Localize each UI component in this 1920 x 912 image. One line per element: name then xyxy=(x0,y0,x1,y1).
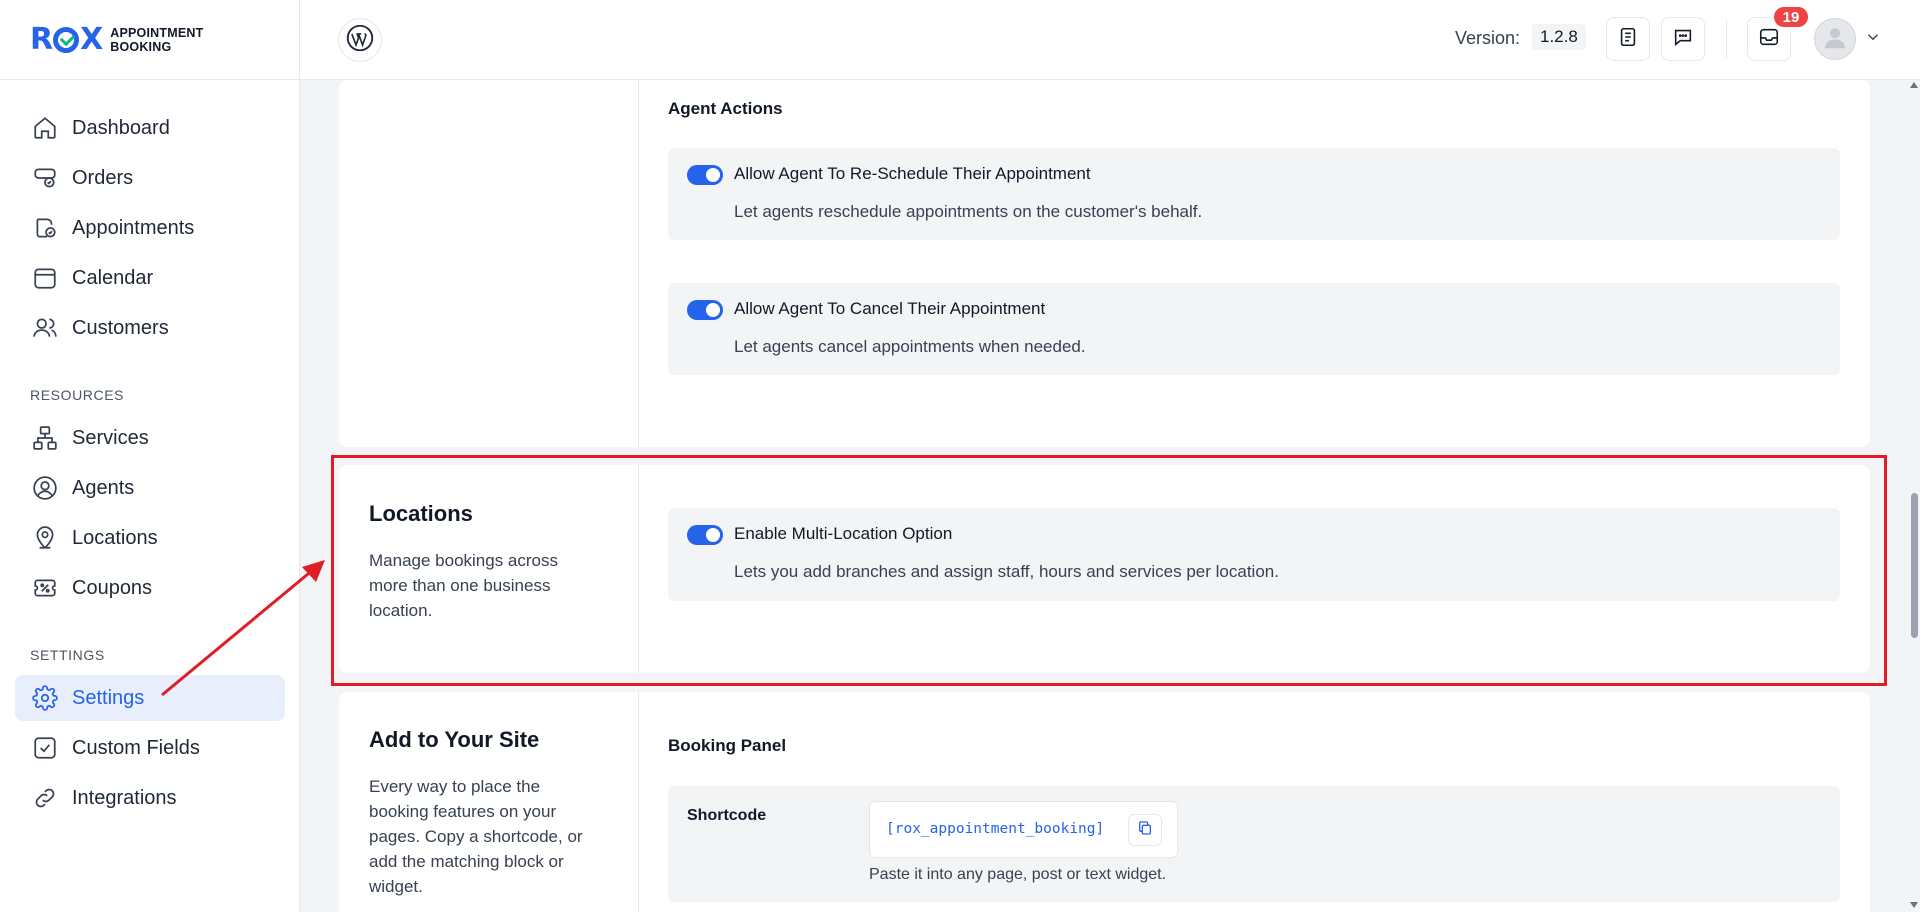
card-divider xyxy=(638,692,639,912)
top-header: Version: 1.2.8 19 xyxy=(300,0,1920,80)
coupon-icon xyxy=(32,575,58,601)
customers-icon xyxy=(32,315,58,341)
link-icon xyxy=(32,785,58,811)
sidebar-item-label: Custom Fields xyxy=(72,736,200,759)
option-label: Allow Agent To Cancel Their Appointment xyxy=(734,299,1046,318)
logo-mark: RX xyxy=(30,22,103,57)
cancel-toggle[interactable] xyxy=(687,300,723,320)
sidebar-item-label: Calendar xyxy=(72,266,154,289)
sidebar-item-orders[interactable]: Orders xyxy=(15,155,285,201)
location-pin-icon xyxy=(32,525,58,551)
page-scrollbar[interactable] xyxy=(1908,80,1920,912)
shortcode-help-text: Paste it into any page, post or text wid… xyxy=(869,866,1167,883)
sidebar-heading-settings: SETTINGS xyxy=(30,647,105,663)
sidebar-item-label: Coupons xyxy=(72,576,153,599)
sidebar-heading-resources: RESOURCES xyxy=(30,387,125,403)
shortcode-field[interactable]: [rox_appointment_booking] xyxy=(869,801,1178,858)
chevron-down-icon[interactable] xyxy=(1864,28,1882,51)
option-description: Let agents reschedule appointments on th… xyxy=(734,202,1203,221)
calendar-icon xyxy=(32,265,58,291)
sidebar-item-custom-fields[interactable]: Custom Fields xyxy=(15,725,285,771)
sidebar-item-label: Orders xyxy=(72,166,134,189)
orders-icon xyxy=(32,165,58,191)
checkbox-icon xyxy=(32,735,58,761)
home-icon xyxy=(32,115,58,141)
avatar[interactable] xyxy=(1814,18,1856,60)
user-avatar-icon xyxy=(1820,22,1850,57)
services-icon xyxy=(32,425,58,451)
agents-icon xyxy=(32,475,58,501)
header-divider xyxy=(1726,20,1727,58)
sidebar-item-services[interactable]: Services xyxy=(15,415,285,461)
option-label: Allow Agent To Re-Schedule Their Appoint… xyxy=(734,164,1091,183)
agent-actions-heading: Agent Actions xyxy=(668,99,783,118)
annotation-arrow xyxy=(161,560,325,697)
scroll-up-arrow-icon[interactable] xyxy=(1910,82,1918,88)
chat-button[interactable] xyxy=(1661,17,1705,61)
option-cancel: Allow Agent To Cancel Their Appointment … xyxy=(668,283,1840,375)
sidebar-item-dashboard[interactable]: Dashboard xyxy=(15,105,285,151)
sidebar-item-label: Dashboard xyxy=(72,116,170,139)
add-to-site-description: Every way to place the booking features … xyxy=(369,777,583,896)
sidebar-item-customers[interactable]: Customers xyxy=(15,305,285,351)
version-label: Version: xyxy=(1455,28,1521,48)
annotation-highlight-box xyxy=(331,455,1887,686)
add-to-site-title: Add to Your Site xyxy=(369,727,540,752)
sidebar-item-label: Integrations xyxy=(72,786,177,809)
notification-badge: 19 xyxy=(1772,5,1810,29)
logo-text: APPOINTMENT BOOKING xyxy=(110,25,204,54)
logo-check-icon xyxy=(53,26,80,53)
option-reschedule: Allow Agent To Re-Schedule Their Appoint… xyxy=(668,148,1840,240)
shortcode-value: [rox_appointment_booking] xyxy=(886,821,1105,837)
docs-button[interactable] xyxy=(1606,17,1650,61)
sidebar-item-label: Agents xyxy=(72,476,135,499)
gear-icon xyxy=(32,685,58,711)
reschedule-toggle[interactable] xyxy=(687,165,723,185)
appointments-icon xyxy=(32,215,58,241)
copy-icon xyxy=(1137,820,1153,841)
booking-panel-heading: Booking Panel xyxy=(668,736,787,755)
inbox-icon xyxy=(1758,26,1780,53)
document-icon xyxy=(1617,26,1639,53)
wordpress-button[interactable] xyxy=(338,18,382,62)
sidebar-item-label: Services xyxy=(72,426,149,449)
version-value: 1.2.8 xyxy=(1532,24,1586,50)
sidebar-item-integrations[interactable]: Integrations xyxy=(15,775,285,821)
agent-actions-card xyxy=(339,80,1870,447)
shortcode-label: Shortcode xyxy=(687,807,767,824)
option-description: Let agents cancel appointments when need… xyxy=(734,337,1086,356)
brand-logo[interactable]: RX APPOINTMENT BOOKING xyxy=(0,0,300,80)
sidebar-item-agents[interactable]: Agents xyxy=(15,465,285,511)
sidebar-item-calendar[interactable]: Calendar xyxy=(15,255,285,301)
copy-shortcode-button[interactable] xyxy=(1128,814,1162,846)
shortcode-panel xyxy=(668,786,1840,902)
sidebar-item-label: Customers xyxy=(72,316,169,339)
sidebar-item-label: Appointments xyxy=(72,216,195,239)
sidebar-item-label: Settings xyxy=(72,686,145,709)
chat-icon xyxy=(1672,26,1694,53)
scroll-down-arrow-icon[interactable] xyxy=(1910,902,1918,908)
scrollbar-thumb[interactable] xyxy=(1911,493,1918,638)
wordpress-icon xyxy=(346,24,374,57)
sidebar: RX APPOINTMENT BOOKING Dashboard Orders … xyxy=(0,0,300,912)
sidebar-item-appointments[interactable]: Appointments xyxy=(15,205,285,251)
card-divider xyxy=(638,80,639,447)
sidebar-item-label: Locations xyxy=(72,526,158,549)
